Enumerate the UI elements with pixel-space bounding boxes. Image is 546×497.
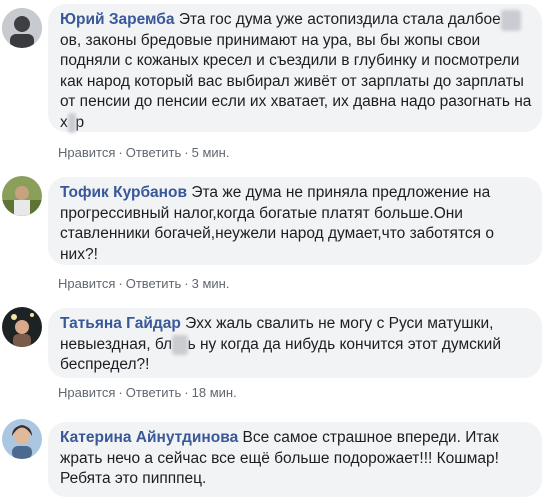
comment-bubble: Юрий Заремба Эта гос дума уже астопиздил… (48, 4, 542, 133)
censored-text: бы (500, 10, 521, 31)
reply-link[interactable]: Ответить (126, 276, 182, 291)
comment-text: Эта гос дума уже астопиздила стала далбо… (60, 10, 531, 133)
comment-bubble: Тофик Курбанов Эта же дума не приняла пр… (48, 177, 542, 265)
reply-link[interactable]: Ответить (126, 145, 182, 160)
avatar[interactable] (2, 176, 42, 216)
comment-bubble: Татьяна Гайдар Эхх жаль свалить не могу … (48, 308, 542, 378)
avatar[interactable] (2, 8, 42, 48)
comment-time[interactable]: 3 мин. (192, 276, 230, 291)
reply-link[interactable]: Ответить (126, 385, 182, 400)
avatar[interactable] (2, 419, 42, 459)
comment-actions: Нравится · Ответить · 18 мин. (58, 385, 237, 400)
avatar[interactable] (2, 307, 42, 347)
comment-author[interactable]: Татьяна Гайдар (60, 315, 181, 332)
like-link[interactable]: Нравится (58, 276, 115, 291)
comment-time[interactable]: 5 мин. (192, 145, 230, 160)
like-link[interactable]: Нравится (58, 145, 115, 160)
comment-author[interactable]: Катерина Айнутдинова (60, 429, 238, 446)
comment-time[interactable]: 18 мин. (192, 385, 237, 400)
censored-text: у (67, 112, 76, 133)
comment-bubble: Катерина Айнутдинова Все самое страшное … (48, 422, 542, 497)
comment-actions: Нравится · Ответить · 3 мин. (58, 276, 230, 291)
comment-author[interactable]: Тофик Курбанов (60, 184, 187, 201)
comment-author[interactable]: Юрий Заремба (60, 11, 175, 28)
censored-text: ят (172, 334, 188, 355)
like-link[interactable]: Нравится (58, 385, 115, 400)
comment-actions: Нравится · Ответить · 5 мин. (58, 145, 230, 160)
